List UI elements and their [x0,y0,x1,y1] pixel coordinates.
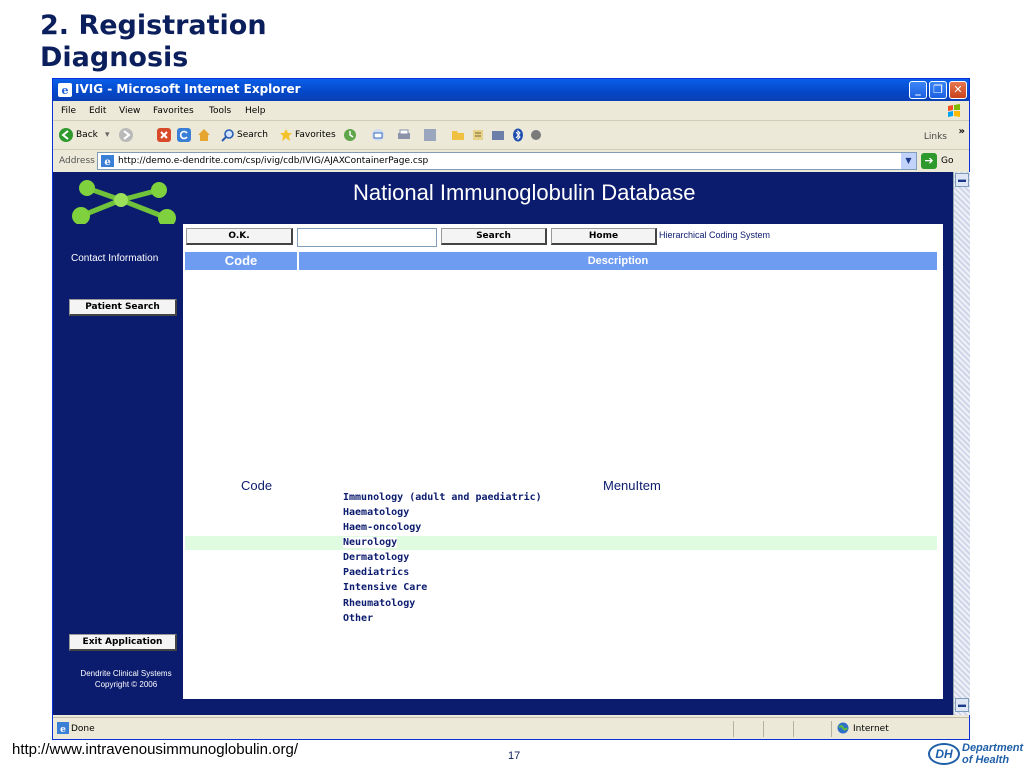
menu-file[interactable]: File [61,106,76,116]
window-title: IVIG - Microsoft Internet Explorer [75,82,301,96]
browser-window: e IVIG - Microsoft Internet Explorer _ ❐… [52,78,970,740]
window-titlebar: e IVIG - Microsoft Internet Explorer _ ❐… [53,79,969,101]
print-icon[interactable] [397,128,411,142]
status-bar: e Done Internet [53,717,969,739]
back-dropdown-icon[interactable]: ▾ [105,130,110,140]
department-of-health-logo: DH Department of Health [926,742,1024,768]
go-arrow-icon: ➔ [921,153,937,169]
menu-tools[interactable]: Tools [209,106,231,116]
svg-text:e: e [104,157,110,167]
status-divider [831,721,832,737]
translate-icon[interactable] [529,128,543,142]
go-label: Go [941,156,954,166]
molecule-logo-icon [72,180,176,224]
code-column-header: Code [185,252,297,270]
scroll-up-icon[interactable]: ▬ [955,173,969,187]
menu-item-rheumatology[interactable]: Rheumatology [185,597,937,611]
page-status-icon: e [57,722,69,734]
slide-url[interactable]: http://www.intravenousimmunoglobulin.org… [12,741,298,758]
menu-item-intensive-care[interactable]: Intensive Care [185,581,937,595]
globe-icon [837,722,849,734]
search-button[interactable]: Search [441,228,547,245]
messenger-icon[interactable] [471,128,485,142]
menu-favorites[interactable]: Favorites [153,106,194,116]
scroll-down-icon[interactable]: ▬ [955,698,969,712]
vertical-scrollbar[interactable]: ▬ ▬ [953,172,970,715]
status-text: Done [71,724,95,734]
favorites-button[interactable]: Favorites [295,130,336,140]
status-divider [733,721,734,737]
status-divider [793,721,794,737]
toolbar-overflow-icon[interactable]: » [959,126,965,137]
content-panel: Code Description Code MenuItem Immunolog… [183,224,943,699]
windows-logo-icon [948,104,960,117]
menu-item-neurology[interactable]: Neurology [185,536,937,550]
bluetooth-icon[interactable] [511,128,525,142]
site-title: National Immunoglobulin Database [353,180,696,205]
menu-bar: File Edit View Favorites Tools Help [53,101,969,121]
favorites-icon[interactable] [279,128,293,142]
menu-help[interactable]: Help [245,106,266,116]
slide-page-number: 17 [508,750,521,762]
stop-icon[interactable] [157,128,171,142]
links-button[interactable]: Links [924,132,947,142]
menu-item-haem-oncology[interactable]: Haem-oncology [185,521,937,535]
dh-mark: DH [928,743,960,765]
toolbar: Back ▾ Search Favorites Links » [53,122,969,150]
footer-copyright: Copyright © 2006 [94,680,158,689]
minimize-button[interactable]: _ [909,81,927,99]
address-input[interactable]: e http://demo.e-dendrite.com/csp/ivig/cd… [97,152,917,170]
go-button[interactable]: ➔ Go [921,153,965,169]
back-button[interactable]: Back [76,130,98,140]
contact-information-link[interactable]: Contact Information [71,253,158,264]
menu-view[interactable]: View [119,106,140,116]
menu-item-dermatology[interactable]: Dermatology [185,551,937,565]
svg-text:e: e [60,725,66,734]
copyright-notice: Dendrite Clinical Systems Copyright © 20… [63,668,189,690]
research-icon[interactable] [491,128,505,142]
folder-icon[interactable] [451,128,465,142]
address-bar: Address e http://demo.e-dendrite.com/csp… [53,151,969,171]
refresh-icon[interactable] [177,128,191,142]
close-button[interactable]: ✕ [949,81,967,99]
page-viewport: National Immunoglobulin Database Contact… [53,172,953,715]
address-url: http://demo.e-dendrite.com/csp/ivig/cdb/… [118,156,429,166]
menu-item-immunology[interactable]: Immunology (adult and paediatric) [185,491,937,505]
security-zone: Internet [853,724,889,734]
patient-search-button[interactable]: Patient Search [69,299,177,316]
maximize-button[interactable]: ❐ [929,81,947,99]
address-dropdown-icon[interactable]: ▼ [901,153,916,169]
search-input[interactable] [297,228,437,247]
mail-icon[interactable] [371,128,385,142]
dh-text: Department of Health [962,742,1024,766]
back-icon[interactable] [59,128,73,142]
description-column-header: Description [299,252,937,270]
page-icon: e [101,155,114,167]
menu-item-paediatrics[interactable]: Paediatrics [185,566,937,580]
history-icon[interactable] [343,128,357,142]
edit-icon[interactable] [423,128,437,142]
svg-text:e: e [62,84,69,97]
status-divider [763,721,764,737]
menu-item-haematology[interactable]: Haematology [185,506,937,520]
menu-edit[interactable]: Edit [89,106,106,116]
slide-title: 2. Registration Diagnosis [40,10,267,73]
footer-company: Dendrite Clinical Systems [80,669,172,678]
ok-button[interactable]: O.K. [186,228,293,245]
home-icon[interactable] [197,128,211,142]
address-label: Address [59,156,95,166]
ie-icon: e [58,83,72,97]
search-toolbar-button[interactable]: Search [237,130,268,140]
forward-icon[interactable] [119,128,133,142]
menu-item-other[interactable]: Other [185,612,937,626]
hierarchical-coding-link[interactable]: Hierarchical Coding System [659,230,770,240]
exit-application-button[interactable]: Exit Application [69,634,177,651]
home-button[interactable]: Home [551,228,657,245]
search-icon[interactable] [221,128,235,142]
